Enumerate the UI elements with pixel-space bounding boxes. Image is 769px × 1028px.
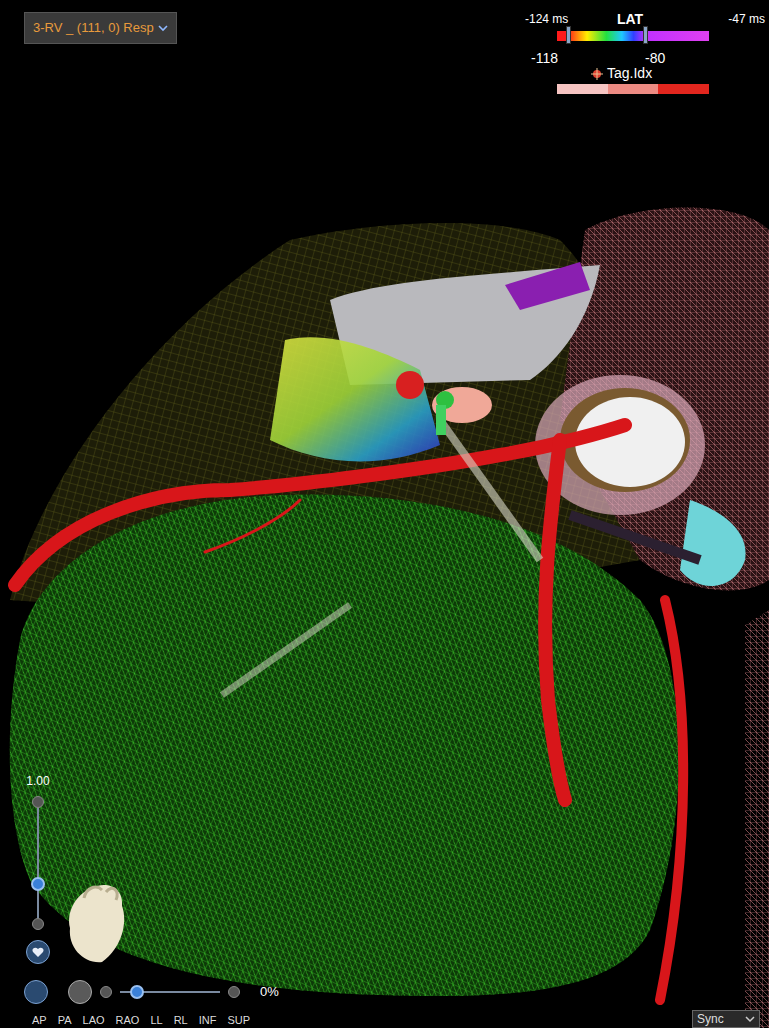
catheters (222, 420, 700, 695)
tag-index-bar (557, 84, 709, 94)
zoom-control: 1.00 (24, 772, 52, 964)
transparency-control: 0% (24, 980, 279, 1004)
view-button[interactable]: RAO (116, 1012, 140, 1028)
transparency-minus[interactable] (100, 986, 112, 998)
lat-low-marker[interactable] (566, 26, 571, 44)
catheter-tip (396, 371, 492, 435)
lat-title: LAT (617, 9, 643, 30)
dropdown-chevron-icon (158, 24, 168, 32)
lat-max: -47 ms (728, 10, 765, 28)
sync-label: Sync (697, 1011, 724, 1027)
zoom-value: 1.00 (26, 772, 49, 790)
zoom-track[interactable] (37, 808, 39, 918)
lat-min: -124 ms (525, 10, 568, 28)
lat-activation-patch (270, 337, 440, 461)
lat-high-marker[interactable] (643, 26, 648, 44)
map-selector[interactable]: 3-RV _ (111, 0) Resp (24, 12, 177, 44)
anatomy-3d-view[interactable] (0, 0, 769, 1028)
sync-chevron-icon (745, 1015, 755, 1023)
coronary-arteries (15, 425, 683, 1000)
view-button[interactable]: LAO (83, 1012, 105, 1028)
transparency-knob[interactable] (130, 985, 144, 999)
transparency-plus[interactable] (228, 986, 240, 998)
view-button[interactable]: INF (199, 1012, 217, 1028)
opacity-button[interactable] (68, 980, 92, 1004)
view-button[interactable]: SUP (227, 1012, 250, 1028)
transparency-reading: 0% (260, 982, 279, 1002)
tag-index-segment (608, 84, 659, 94)
carto-window: 3-RV _ (111, 0) Resp -124 ms LAT -47 ms -118… (0, 0, 769, 1028)
tag-index-header: Tag.Idx (591, 63, 652, 84)
lat-legend: -124 msLAT-47 ms-118-80Tag.Idx (525, 10, 765, 100)
view-button[interactable]: PA (58, 1012, 72, 1028)
green-mesh-ventricle (10, 494, 679, 996)
tag-icon (591, 68, 603, 80)
map-selector-label: 3-RV _ (111, 0) Resp (33, 18, 154, 38)
rotate-button[interactable] (24, 980, 48, 1004)
zoom-minus-button[interactable] (32, 918, 44, 930)
view-button[interactable]: AP (32, 1012, 47, 1028)
view-buttons: AP PA LAO RAO LL RL INF SUP (32, 1012, 250, 1028)
zoom-knob[interactable] (31, 877, 45, 891)
tag-index-segment (658, 84, 709, 94)
heart-view-button[interactable] (26, 940, 50, 964)
heart-icon (32, 946, 44, 958)
tag-index-segment (557, 84, 608, 94)
orientation-heart-icon[interactable] (62, 878, 134, 966)
view-button[interactable]: RL (174, 1012, 188, 1028)
lat-low-value: -118 (531, 48, 558, 69)
zoom-plus-button[interactable] (32, 796, 44, 808)
tag-index-label: Tag.Idx (607, 63, 652, 84)
sync-dropdown[interactable]: Sync (692, 1010, 760, 1028)
transparency-track[interactable] (120, 991, 220, 993)
lat-color-bar (557, 31, 709, 41)
view-button[interactable]: LL (150, 1012, 162, 1028)
